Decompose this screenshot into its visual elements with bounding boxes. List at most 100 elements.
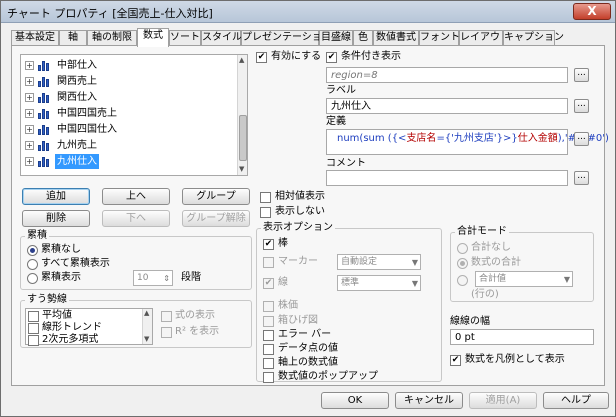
group-button[interactable]: グループ xyxy=(182,188,250,205)
axis-value-checkbox[interactable] xyxy=(263,358,274,369)
data-point-value-checkbox[interactable] xyxy=(263,344,274,355)
tab-layout[interactable]: レイアウト xyxy=(459,30,510,46)
scroll-down-icon[interactable]: ▼ xyxy=(239,165,244,173)
enable-label: 有効にする xyxy=(271,51,322,62)
move-up-button[interactable]: 上へ xyxy=(102,188,170,205)
chevron-down-icon[interactable]: ▼ xyxy=(412,277,418,291)
scroll-up-icon[interactable]: ▲ xyxy=(144,309,149,317)
scrollbar-thumb[interactable] xyxy=(239,115,247,161)
scroll-down-icon[interactable]: ▼ xyxy=(144,335,149,343)
line-width-caption: 線線の幅 xyxy=(450,316,490,327)
tab-axis-limits[interactable]: 軸の制限 xyxy=(87,30,137,46)
ungroup-button[interactable]: グループ解除 xyxy=(182,210,250,227)
close-button[interactable]: X xyxy=(573,3,611,20)
average-checkbox[interactable] xyxy=(28,311,39,322)
vertical-scrollbar[interactable]: ▲ ▼ xyxy=(237,55,247,175)
expand-icon[interactable]: + xyxy=(25,141,34,150)
expand-icon[interactable]: + xyxy=(25,61,34,70)
line-width-input[interactable]: 0 pt xyxy=(450,329,594,345)
condition-field[interactable]: region=8 xyxy=(326,67,568,83)
tab-gridlines[interactable]: 目盛線 xyxy=(319,30,353,46)
tab-style[interactable]: スタイル xyxy=(201,30,242,46)
cancel-button[interactable]: キャンセル xyxy=(395,392,463,409)
aggregate-select[interactable]: 合計値 ▼ xyxy=(475,271,573,287)
no-total-radio[interactable] xyxy=(457,243,468,254)
bar-checkbox[interactable]: ✔ xyxy=(263,239,274,250)
polynomial-checkbox[interactable] xyxy=(28,335,39,346)
tab-axis[interactable]: 軸 xyxy=(59,30,87,46)
show-equation-checkbox[interactable] xyxy=(161,311,172,322)
aggregate-radio[interactable] xyxy=(457,275,468,286)
trendline-list[interactable]: 平均値 線形トレンド 2次元多項式 ▲ ▼ xyxy=(25,308,153,346)
stock-checkbox[interactable] xyxy=(263,301,274,312)
expand-icon[interactable]: + xyxy=(25,157,34,166)
show-r2-checkbox[interactable] xyxy=(161,327,172,338)
expression-list[interactable]: + 中部仕入 + 関西売上 + 関西仕入 + 中国四国売上 + 中国四国仕入 +… xyxy=(20,54,248,176)
enable-checkbox[interactable]: ✔ xyxy=(256,52,267,63)
list-item[interactable]: + 中部仕入 xyxy=(23,58,228,73)
tab-sort[interactable]: ソート xyxy=(169,30,201,46)
marker-select[interactable]: 自動設定 ▼ xyxy=(337,254,421,270)
help-button[interactable]: ヘルプ xyxy=(543,392,609,409)
scroll-up-icon[interactable]: ▲ xyxy=(239,56,244,64)
tab-presentation[interactable]: プレゼンテーション xyxy=(241,30,332,46)
popup-checkbox[interactable] xyxy=(263,372,274,383)
linear-trend-checkbox[interactable] xyxy=(28,323,39,334)
tab-basic[interactable]: 基本設定 xyxy=(11,30,59,46)
steps-input[interactable]: 10 ⇕ xyxy=(133,270,173,286)
condition-edit-button[interactable]: ... xyxy=(574,68,589,82)
line-checkbox[interactable]: ✔ xyxy=(263,278,274,289)
marker-checkbox[interactable] xyxy=(263,257,274,268)
list-item[interactable]: + 関西仕入 xyxy=(23,90,228,105)
expand-icon[interactable]: + xyxy=(25,125,34,134)
aggregate-select-value: 合計値 xyxy=(479,274,507,284)
label-edit-button[interactable]: ... xyxy=(574,99,589,113)
accumulate-steps-radio[interactable] xyxy=(27,273,38,284)
list-item-selected[interactable]: + 九州仕入 xyxy=(23,154,228,169)
tab-panel-expressions: + 中部仕入 + 関西売上 + 関西仕入 + 中国四国売上 + 中国四国仕入 +… xyxy=(11,45,609,386)
tab-caption[interactable]: キャプション xyxy=(503,30,564,46)
spinner-icon[interactable]: ⇕ xyxy=(163,272,170,286)
error-bar-checkbox[interactable] xyxy=(263,330,274,341)
comment-edit-button[interactable]: ... xyxy=(574,171,589,185)
expression-total-radio[interactable] xyxy=(457,258,468,269)
steps-value: 10 xyxy=(137,273,149,283)
apply-button[interactable]: 適用(A) xyxy=(469,392,537,409)
definition-edit-button[interactable]: ... xyxy=(574,132,589,146)
chevron-down-icon[interactable]: ▼ xyxy=(412,256,418,270)
expression-label: 九州仕入 xyxy=(55,154,99,169)
tab-expressions[interactable]: 数式 xyxy=(137,28,169,47)
conditional-checkbox[interactable]: ✔ xyxy=(326,52,337,63)
expand-icon[interactable]: + xyxy=(25,109,34,118)
tab-font[interactable]: フォント xyxy=(419,30,460,46)
boxplot-checkbox[interactable] xyxy=(263,316,274,327)
no-accumulation-label: 累積なし xyxy=(41,244,81,255)
invisible-checkbox[interactable] xyxy=(260,207,271,218)
full-accumulation-radio[interactable] xyxy=(27,259,38,270)
definition-input[interactable]: num(sum ({<支店名={'九州支店'}>}仕入金額),'#,##0') xyxy=(326,129,609,155)
data-point-value-label: データ点の値 xyxy=(278,343,338,354)
delete-button[interactable]: 削除 xyxy=(22,210,90,227)
trendline-scrollbar[interactable]: ▲ ▼ xyxy=(142,309,152,344)
list-item[interactable]: + 九州売上 xyxy=(23,138,228,153)
legend-expression-checkbox[interactable]: ✔ xyxy=(450,355,461,366)
list-item[interactable]: + 中国四国売上 xyxy=(23,106,228,121)
comment-input[interactable] xyxy=(326,170,568,186)
list-item[interactable]: + 中国四国仕入 xyxy=(23,122,228,137)
list-item[interactable]: + 関西売上 xyxy=(23,74,228,89)
ok-button[interactable]: OK xyxy=(321,392,389,409)
expression-label: 中国四国仕入 xyxy=(57,124,117,135)
accumulate-steps-label: 累積表示 xyxy=(41,272,81,283)
add-button[interactable]: 追加 xyxy=(22,188,90,205)
tab-number-format[interactable]: 数値書式 xyxy=(373,30,419,46)
tab-color[interactable]: 色 xyxy=(353,30,373,46)
line-select[interactable]: 標準 ▼ xyxy=(337,275,421,291)
expand-icon[interactable]: + xyxy=(25,93,34,102)
label-input[interactable]: 九州仕入 xyxy=(326,98,568,114)
chevron-down-icon[interactable]: ▼ xyxy=(564,273,570,287)
bar-chart-icon xyxy=(38,60,52,71)
move-down-button[interactable]: 下へ xyxy=(102,210,170,227)
expand-icon[interactable]: + xyxy=(25,77,34,86)
no-accumulation-radio[interactable] xyxy=(27,245,38,256)
relative-checkbox[interactable] xyxy=(260,192,271,203)
